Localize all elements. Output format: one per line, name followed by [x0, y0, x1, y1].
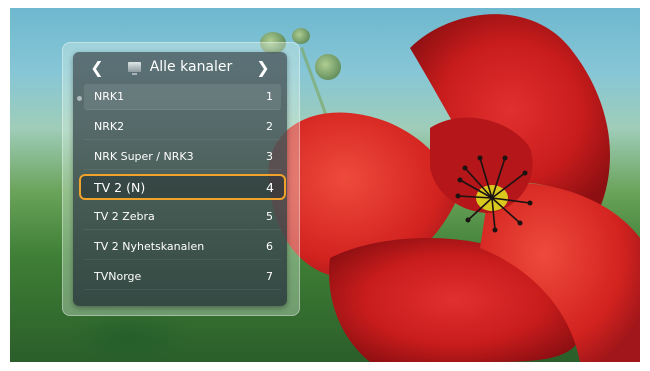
channel-row-nrk1[interactable]: NRK1 1 [84, 84, 281, 110]
chevron-left-icon[interactable]: ❮ [89, 58, 105, 77]
channel-name: TVNorge [94, 270, 142, 283]
channel-number: 7 [266, 270, 273, 283]
channel-number: 5 [266, 210, 273, 223]
channel-number: 4 [266, 179, 274, 195]
channel-name: TV 2 Zebra [94, 210, 155, 223]
tv-icon [127, 62, 141, 75]
channel-number: 3 [266, 150, 273, 163]
channel-name: NRK2 [94, 120, 125, 133]
channel-row-tv2-selected[interactable]: TV 2 (N) 4 [79, 174, 286, 200]
channel-list-panel: ❮ Alle kanaler ❯ NRK1 1 NRK2 2 NRK Super… [73, 52, 287, 306]
channel-name: TV 2 Nyhetskanalen [94, 240, 205, 253]
channel-number: 1 [266, 90, 273, 103]
chevron-right-icon[interactable]: ❯ [255, 58, 271, 77]
channel-row-tv2-zebra[interactable]: TV 2 Zebra 5 [84, 204, 281, 230]
channel-row-tv2-nyhetskanalen[interactable]: TV 2 Nyhetskanalen 6 [84, 234, 281, 260]
channel-number: 6 [266, 240, 273, 253]
channel-row-nrk-super[interactable]: NRK Super / NRK3 3 [84, 144, 281, 170]
channel-number: 2 [266, 120, 273, 133]
channel-name: NRK1 [94, 90, 125, 103]
channel-name: TV 2 (N) [94, 179, 146, 195]
channel-row-tvnorge[interactable]: TVNorge 7 [84, 264, 281, 290]
channel-list-header: ❮ Alle kanaler ❯ [73, 52, 287, 82]
channel-row-nrk2[interactable]: NRK2 2 [84, 114, 281, 140]
scroll-indicator[interactable] [77, 96, 82, 101]
channel-name: NRK Super / NRK3 [94, 150, 194, 163]
channel-list: NRK1 1 NRK2 2 NRK Super / NRK3 3 TV 2 (N… [79, 84, 286, 294]
channel-list-title: Alle kanaler [149, 59, 233, 75]
